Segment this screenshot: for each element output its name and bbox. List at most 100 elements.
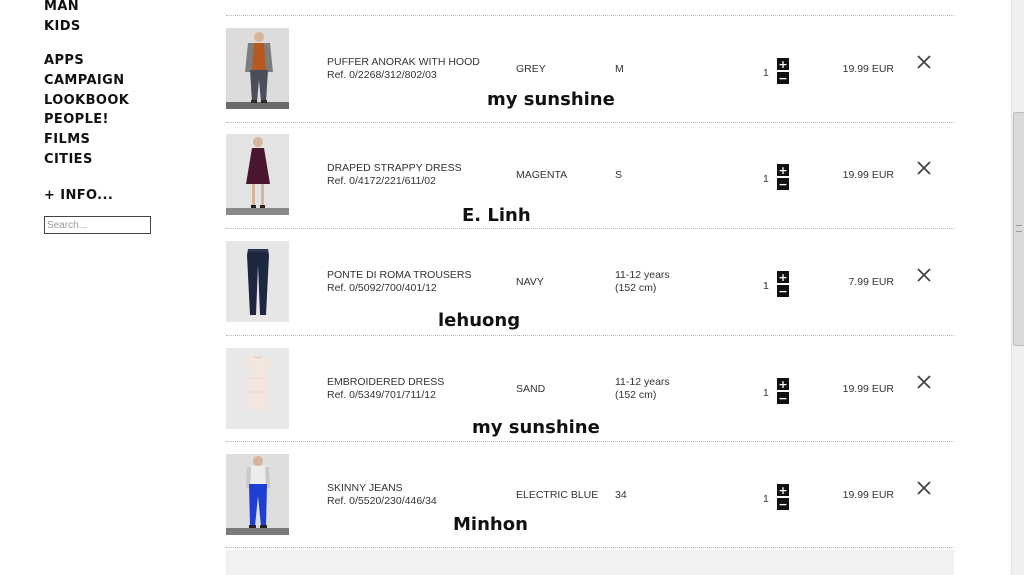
item-quantity: 1 xyxy=(763,173,769,185)
item-color: NAVY xyxy=(516,276,544,288)
item-ref: Ref. 0/5349/701/711/12 xyxy=(327,389,436,401)
qty-decrease-button[interactable]: − xyxy=(777,285,789,297)
quantity-stepper: + − xyxy=(777,58,789,86)
qty-increase-button[interactable]: + xyxy=(777,484,789,496)
remove-item-button[interactable] xyxy=(916,267,932,283)
watermark-text: my sunshine xyxy=(472,417,600,438)
watermark-text: my sunshine xyxy=(487,89,615,110)
nav-info-group: + INFO... xyxy=(44,186,113,206)
row-divider xyxy=(226,228,954,229)
item-name[interactable]: PUFFER ANORAK WITH HOOD xyxy=(327,56,480,69)
quantity-stepper: + − xyxy=(777,378,789,406)
item-price: 19.99 EUR xyxy=(842,63,894,75)
cart-footer-bar xyxy=(226,550,954,575)
item-name[interactable]: EMBROIDERED DRESS xyxy=(327,376,444,389)
row-divider xyxy=(226,335,954,336)
close-icon xyxy=(917,55,931,69)
nav-link-apps[interactable]: APPS xyxy=(44,51,129,71)
vertical-scrollbar[interactable] xyxy=(1011,0,1024,575)
remove-item-button[interactable] xyxy=(916,480,932,496)
row-divider xyxy=(226,15,954,16)
item-size-line1: M xyxy=(615,63,624,75)
cart-row: DRAPED STRAPPY DRESS Ref. 0/4172/221/611… xyxy=(226,128,954,234)
qty-decrease-button[interactable]: − xyxy=(777,392,789,404)
item-size-line1: S xyxy=(615,169,623,181)
qty-decrease-button[interactable]: − xyxy=(777,178,789,190)
item-ref: Ref. 0/4172/221/611/02 xyxy=(327,175,436,187)
item-price: 19.99 EUR xyxy=(842,383,894,395)
strappy-dress-icon[interactable] xyxy=(226,134,289,215)
item-size-line1: 11-12 years xyxy=(615,269,670,281)
row-divider xyxy=(226,122,954,123)
scroll-down-arrow[interactable] xyxy=(1013,562,1024,575)
close-icon xyxy=(917,481,931,495)
item-size: 34 xyxy=(615,489,627,502)
nav-link-people[interactable]: PEOPLE! xyxy=(44,110,129,130)
cart-row: EMBROIDERED DRESS Ref. 0/5349/701/711/12… xyxy=(226,342,954,448)
item-size-line2: (152 cm) xyxy=(615,282,657,294)
item-size: M xyxy=(615,63,624,76)
cart-row: SKINNY JEANS Ref. 0/5520/230/446/34 ELEC… xyxy=(226,448,954,554)
close-icon xyxy=(917,375,931,389)
search-input[interactable] xyxy=(44,216,151,234)
nav-main-group: APPS CAMPAIGN LOOKBOOK PEOPLE! FILMS CIT… xyxy=(44,51,129,170)
item-size: 11-12 years (152 cm) xyxy=(615,376,670,402)
close-icon xyxy=(917,161,931,175)
nav-link-cities[interactable]: CITIES xyxy=(44,150,129,170)
item-name-ref: SKINNY JEANS Ref. 0/5520/230/446/34 xyxy=(327,482,437,508)
item-quantity: 1 xyxy=(763,493,769,505)
item-ref: Ref. 0/2268/312/802/03 xyxy=(327,69,437,81)
scrollbar-grip-icon xyxy=(1016,225,1022,232)
quantity-stepper: + − xyxy=(777,484,789,512)
trousers-icon[interactable] xyxy=(226,241,289,322)
remove-item-button[interactable] xyxy=(916,374,932,390)
cart-row: PUFFER ANORAK WITH HOOD Ref. 0/2268/312/… xyxy=(226,22,954,128)
nav-link-kids[interactable]: KIDS xyxy=(44,17,81,37)
row-divider xyxy=(226,547,954,548)
quantity-stepper: + − xyxy=(777,164,789,192)
qty-increase-button[interactable]: + xyxy=(777,271,789,283)
page: MAN KIDS APPS CAMPAIGN LOOKBOOK PEOPLE! … xyxy=(0,0,1024,575)
nav-link-lookbook[interactable]: LOOKBOOK xyxy=(44,91,129,111)
item-quantity: 1 xyxy=(763,67,769,79)
item-ref: Ref. 0/5520/230/446/34 xyxy=(327,495,437,507)
item-name[interactable]: DRAPED STRAPPY DRESS xyxy=(327,162,462,175)
qty-decrease-button[interactable]: − xyxy=(777,72,789,84)
qty-decrease-button[interactable]: − xyxy=(777,498,789,510)
item-quantity: 1 xyxy=(763,280,769,292)
item-size: S xyxy=(615,169,622,182)
item-price: 19.99 EUR xyxy=(842,489,894,501)
nav-link-info[interactable]: + INFO... xyxy=(44,186,113,206)
scrollbar-thumb[interactable] xyxy=(1013,112,1024,346)
remove-item-button[interactable] xyxy=(916,160,932,176)
item-size-line1: 34 xyxy=(615,489,627,501)
watermark-text: E. Linh xyxy=(462,205,531,226)
item-name[interactable]: PONTE DI ROMA TROUSERS xyxy=(327,269,472,282)
scroll-up-arrow[interactable] xyxy=(1013,0,1024,13)
qty-increase-button[interactable]: + xyxy=(777,58,789,70)
watermark-text: Minhon xyxy=(453,514,528,535)
qty-increase-button[interactable]: + xyxy=(777,164,789,176)
item-name-ref: PUFFER ANORAK WITH HOOD Ref. 0/2268/312/… xyxy=(327,56,480,82)
skinny-jeans-icon[interactable] xyxy=(226,454,289,535)
qty-increase-button[interactable]: + xyxy=(777,378,789,390)
item-color: MAGENTA xyxy=(516,169,568,181)
item-name-ref: DRAPED STRAPPY DRESS Ref. 0/4172/221/611… xyxy=(327,162,462,188)
item-size-line1: 11-12 years xyxy=(615,376,670,388)
embroidered-dress-icon[interactable] xyxy=(226,348,289,429)
nav-link-campaign[interactable]: CAMPAIGN xyxy=(44,71,129,91)
nav-top-group: MAN KIDS xyxy=(44,0,81,37)
nav-link-films[interactable]: FILMS xyxy=(44,130,129,150)
remove-item-button[interactable] xyxy=(916,54,932,70)
quantity-stepper: + − xyxy=(777,271,789,299)
nav-link-man[interactable]: MAN xyxy=(44,0,81,17)
item-quantity: 1 xyxy=(763,387,769,399)
item-ref: Ref. 0/5092/700/401/12 xyxy=(327,282,437,294)
item-name[interactable]: SKINNY JEANS xyxy=(327,482,437,495)
item-name-ref: EMBROIDERED DRESS Ref. 0/5349/701/711/12 xyxy=(327,376,444,402)
item-size: 11-12 years (152 cm) xyxy=(615,269,670,295)
item-price: 19.99 EUR xyxy=(842,169,894,181)
watermark-text: lehuong xyxy=(438,310,521,331)
puffer-anorak-icon[interactable] xyxy=(226,28,289,109)
item-color: SAND xyxy=(516,383,546,395)
